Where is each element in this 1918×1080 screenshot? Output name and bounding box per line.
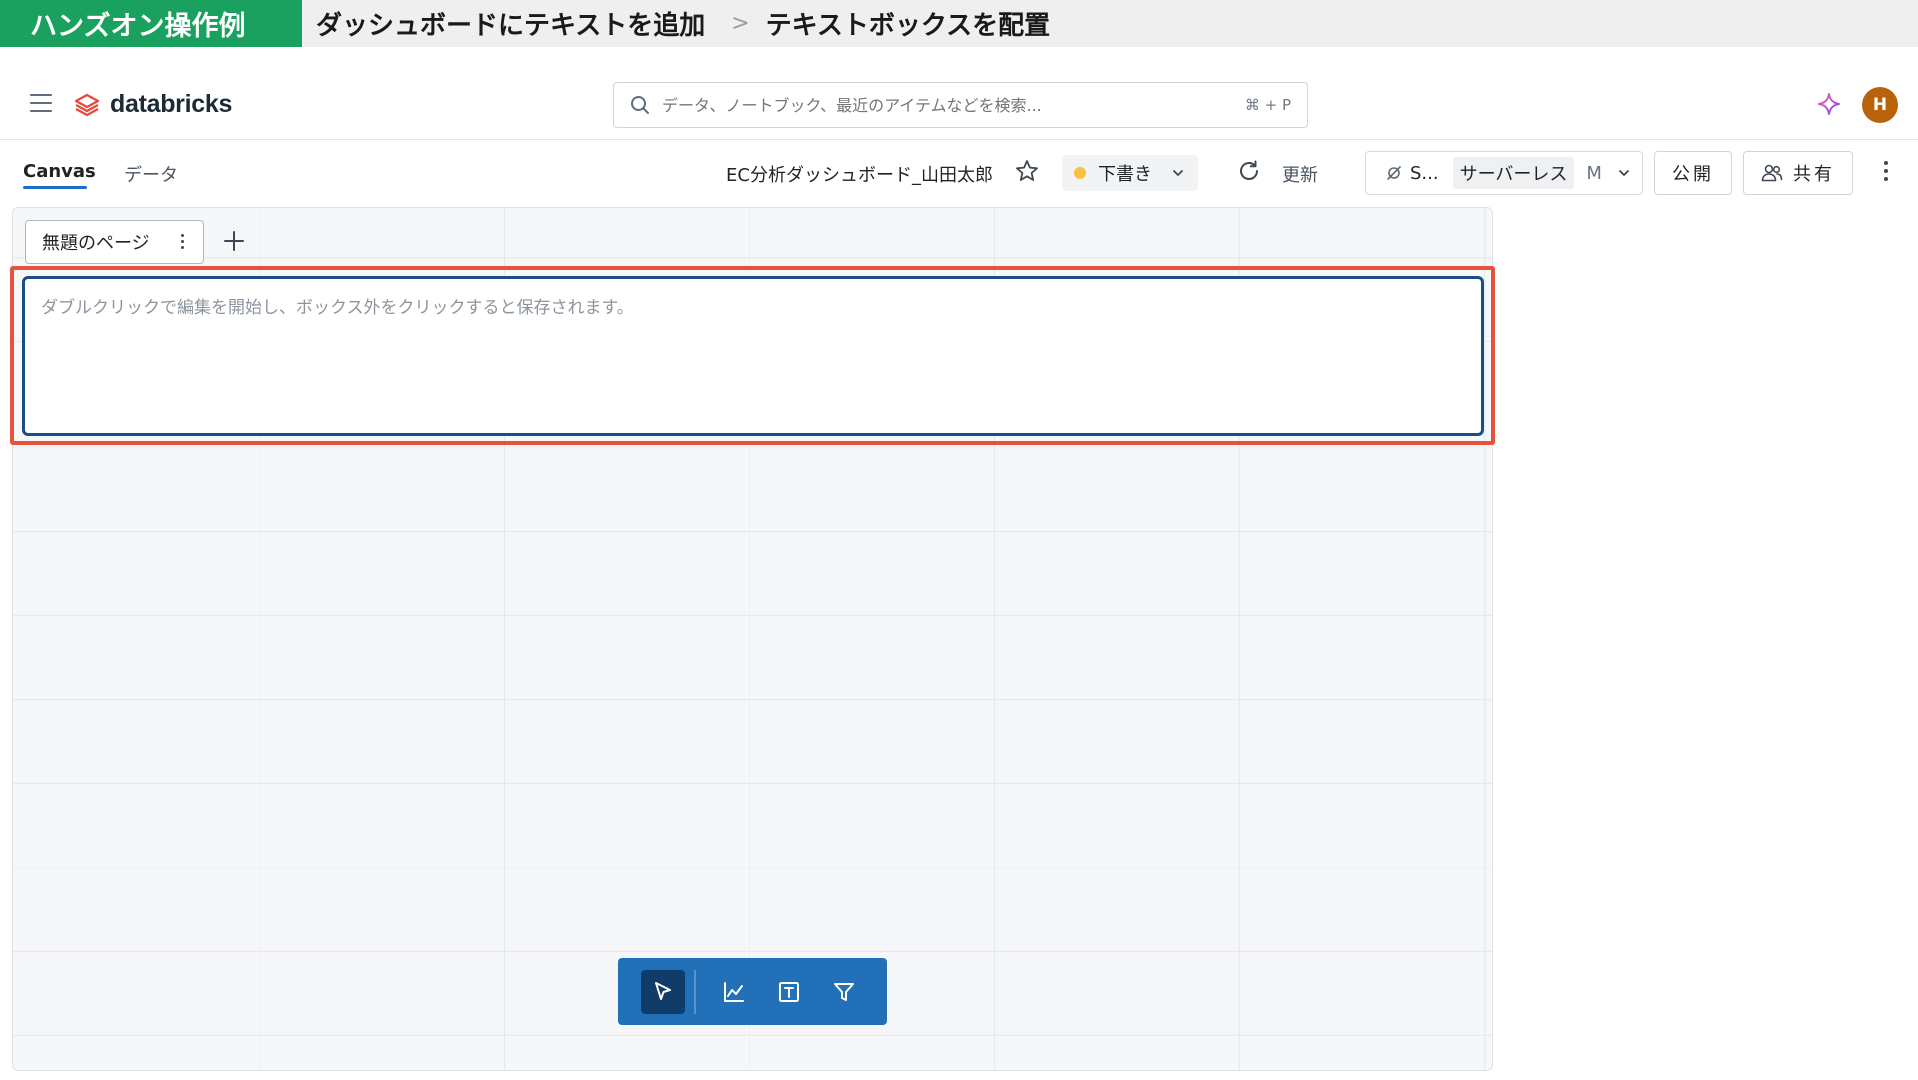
draft-status-dropdown[interactable]: 下書き [1062,155,1198,191]
refresh-button[interactable]: 更新 [1282,161,1318,187]
user-avatar[interactable]: H [1862,87,1898,123]
search-input[interactable] [662,95,1245,115]
page-tab[interactable]: 無題のページ [25,220,204,264]
share-button[interactable]: 共有 [1743,151,1853,195]
search-shortcut: ⌘ + P [1244,96,1291,114]
tab-canvas[interactable]: Canvas [23,161,96,182]
text-box-widget[interactable]: ダブルクリックで編集を開始し、ボックス外をクリックすると保存されます。 [22,276,1484,436]
more-options-icon[interactable] [1880,161,1892,185]
text-box-icon [779,981,799,1002]
dashboard-header: Canvas データ EC分析ダッシュボード_山田太郎 下書き 更新 S... … [0,141,1918,207]
add-filter-button[interactable] [822,970,866,1014]
dashboard-title[interactable]: EC分析ダッシュボード_山田太郎 [726,161,993,187]
draft-status-label: 下書き [1098,164,1152,185]
chevron-down-icon [1619,170,1629,176]
dashboard-canvas[interactable]: 無題のページ ダブルクリックで編集を開始し、ボックス外をクリックすると保存されま… [12,207,1493,1071]
databricks-logo-icon [74,93,100,116]
canvas-toolbar [618,958,887,1025]
people-icon [1761,164,1783,182]
banner-tag: ハンズオン操作例 [0,0,302,47]
databricks-logo[interactable]: databricks [74,90,232,119]
chevron-down-icon [1173,170,1183,176]
visualization-icon [724,981,744,1002]
star-icon[interactable] [1014,158,1040,184]
warehouse-type-badge: サーバーレス [1452,157,1575,189]
top-navigation: databricks ⌘ + P H [0,68,1918,140]
draft-status-dot [1074,167,1086,179]
logo-text: databricks [110,90,233,118]
instruction-banner: ハンズオン操作例 ダッシュボードにテキストを追加 > テキストボックスを配置 [0,0,1918,47]
select-tool-button[interactable] [641,969,685,1014]
warehouse-size: M [1586,162,1602,184]
banner-step-title: ダッシュボードにテキストを追加 [316,11,706,41]
page-tab-label: 無題のページ [42,233,150,254]
select-pointer-icon [655,981,671,1000]
warehouse-selector[interactable]: S... サーバーレス M [1365,151,1643,195]
publish-button[interactable]: 公開 [1654,151,1732,195]
refresh-icon[interactable] [1236,158,1262,184]
warehouse-name: S... [1410,162,1439,184]
toolbar-divider [694,969,696,1014]
warehouse-status-icon [1387,166,1401,180]
search-icon [631,96,649,114]
filter-icon [834,982,854,1001]
text-box-placeholder: ダブルクリックで編集を開始し、ボックス外をクリックすると保存されます。 [41,298,634,318]
active-tab-indicator [23,186,87,189]
share-label: 共有 [1793,164,1835,185]
banner-separator: > [731,11,750,36]
global-search[interactable]: ⌘ + P [613,82,1308,128]
banner-substep-title: テキストボックスを配置 [765,11,1051,41]
add-page-icon[interactable] [221,228,247,254]
assistant-sparkle-icon[interactable] [1817,92,1841,116]
add-text-box-button[interactable] [767,970,811,1014]
menu-icon[interactable] [30,94,52,112]
tab-data[interactable]: データ [124,161,178,187]
page-options-icon[interactable] [181,234,185,252]
add-visualization-button[interactable] [712,970,756,1014]
